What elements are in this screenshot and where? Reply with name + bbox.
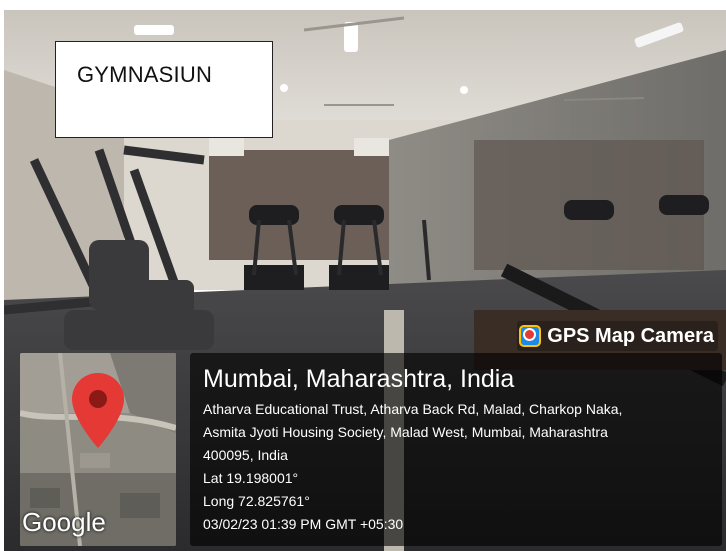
location-title: Mumbai, Maharashtra, India [203,365,515,393]
geotagged-photo-frame: GYMNASIUN GPS Map Camera Google Mumbai, … [0,0,726,551]
gps-map-camera-icon [519,325,542,347]
longitude: Long 72.825761° [203,493,310,509]
gymnasium-label: GYMNASIUN [55,41,273,138]
latitude: Lat 19.198001° [203,470,299,486]
google-logo: Google [22,507,106,537]
address-line-1: Atharva Educational Trust, Atharva Back … [203,401,623,417]
address-line-2: Asmita Jyoti Housing Society, Malad West… [203,424,608,440]
map-thumbnail: Google [20,353,176,546]
watermark-text: GPS Map Camera [547,324,714,347]
location-info-panel: Mumbai, Maharashtra, India Atharva Educa… [190,353,722,546]
gps-map-camera-watermark: GPS Map Camera [517,321,718,351]
address-line-3: 400095, India [203,447,288,463]
timestamp: 03/02/23 01:39 PM GMT +05:30 [203,516,404,532]
gymnasium-label-text: GYMNASIUN [77,62,213,87]
